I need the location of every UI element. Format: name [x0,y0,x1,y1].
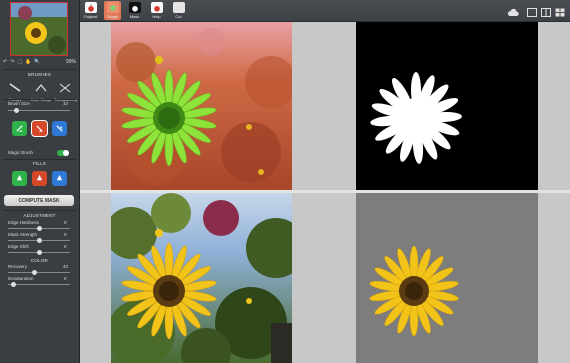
desaturation-label: Desaturation [8,276,34,281]
slider-knob[interactable] [32,270,37,275]
brush-remove-button[interactable] [31,120,48,137]
split-icon [106,2,119,13]
recovery-label: Recovery [8,264,28,269]
original-image-panel[interactable] [111,193,292,363]
color-range-icon [35,84,47,92]
adjustment-heading: ADJUSTMENT [23,213,56,218]
edge-shift-value: 0 [64,244,67,249]
recovery-value: 40 [63,264,69,269]
tool-label: Help [152,14,161,19]
brush-add-icon [16,125,23,132]
top-toolbar: Original Single Mask Help Cut [0,0,570,22]
mask-strength-label: Mask Strength [8,232,38,237]
brush-size-label: Brush Size [8,101,30,106]
desaturation-value: 0 [64,276,67,281]
edge-hardness-slider[interactable] [8,226,70,231]
desaturation-slider[interactable] [8,282,70,287]
edge-shift-slider[interactable] [8,250,70,255]
undo-icon[interactable]: ↶ [3,59,7,65]
brush-hair-icon [56,125,63,132]
select-icon[interactable]: ⬚ [17,59,22,65]
tool-label: Mask [129,14,140,19]
brush-type-row: Primary Color Range Transparency [5,80,77,102]
fills-heading: FILLS [32,161,46,166]
tool-label: Cut [175,14,182,19]
navigator-controls: ↶ ↷ ⬚ ✋ 🔍 99% [3,58,76,66]
toggle-knob [63,150,69,156]
tool-label: Original [83,14,98,19]
slider-knob[interactable] [37,226,42,231]
brush-hair-button[interactable] [52,121,67,136]
recovery-slider[interactable] [8,270,70,275]
tool-original-button[interactable]: Original [82,1,99,20]
sidebar: ↶ ↷ ⬚ ✋ 🔍 99% BRUSHES Primary Color Rang… [0,0,80,363]
marked-image-panel[interactable] [111,22,292,190]
brush-add-button[interactable] [12,121,27,136]
brushes-heading: BRUSHES [27,72,52,77]
separator [3,69,76,70]
separator [3,159,76,160]
dual-view-icon[interactable] [541,4,551,22]
single-view-icon[interactable] [527,4,537,22]
fill-remove-button[interactable] [32,171,47,186]
edge-hardness-value: 0 [64,220,67,225]
magic-brush-label: Magic Brush [8,150,34,155]
tool-label: Single [106,14,119,19]
slider-knob[interactable] [37,238,42,243]
slider-knob[interactable] [14,108,19,113]
edge-hardness-label: Edge Hardness [8,220,40,225]
zoom-icon[interactable]: 🔍 [34,59,40,65]
tool-help-button[interactable]: Help [148,1,165,20]
brush-size-value: 10 [63,101,69,106]
navigator-thumbnail[interactable] [10,2,68,56]
hand-icon[interactable]: ✋ [25,59,31,65]
fill-keep-button[interactable] [12,171,27,186]
mask-icon [128,2,141,13]
tool-cut-button[interactable]: Cut [170,1,187,20]
tool-single-button[interactable]: Single [104,1,121,20]
apple-icon [84,2,97,13]
result-panel[interactable] [356,193,538,363]
separator [3,210,76,211]
slider-knob[interactable] [37,250,42,255]
magic-brush-toggle[interactable] [57,150,69,156]
edge-shift-label: Edge Shift [8,244,29,249]
separator [3,99,76,100]
zoom-level: 99% [65,59,76,65]
redo-icon[interactable]: ↷ [10,59,14,65]
brush-remove-icon [36,125,43,132]
brush-size-slider[interactable] [8,108,70,113]
tool-mask-button[interactable]: Mask [126,1,143,20]
color-heading: COLOR [30,258,48,263]
mask-strength-slider[interactable] [8,238,70,243]
transparency-icon [59,83,71,93]
help-icon [150,2,163,13]
quad-view-icon[interactable] [555,4,565,22]
mask-panel[interactable] [356,22,538,190]
compute-mask-button[interactable]: COMPUTE MASK [4,195,74,206]
slider-knob[interactable] [11,282,16,287]
fill-hair-button[interactable] [52,171,67,186]
brush-primary-icon [9,83,21,92]
fill-hair-icon [56,174,63,181]
fill-remove-icon [36,174,43,181]
cut-icon [172,2,185,13]
cloud-icon[interactable] [507,4,519,22]
fill-keep-icon [16,174,23,181]
mask-strength-value: 0 [64,232,67,237]
